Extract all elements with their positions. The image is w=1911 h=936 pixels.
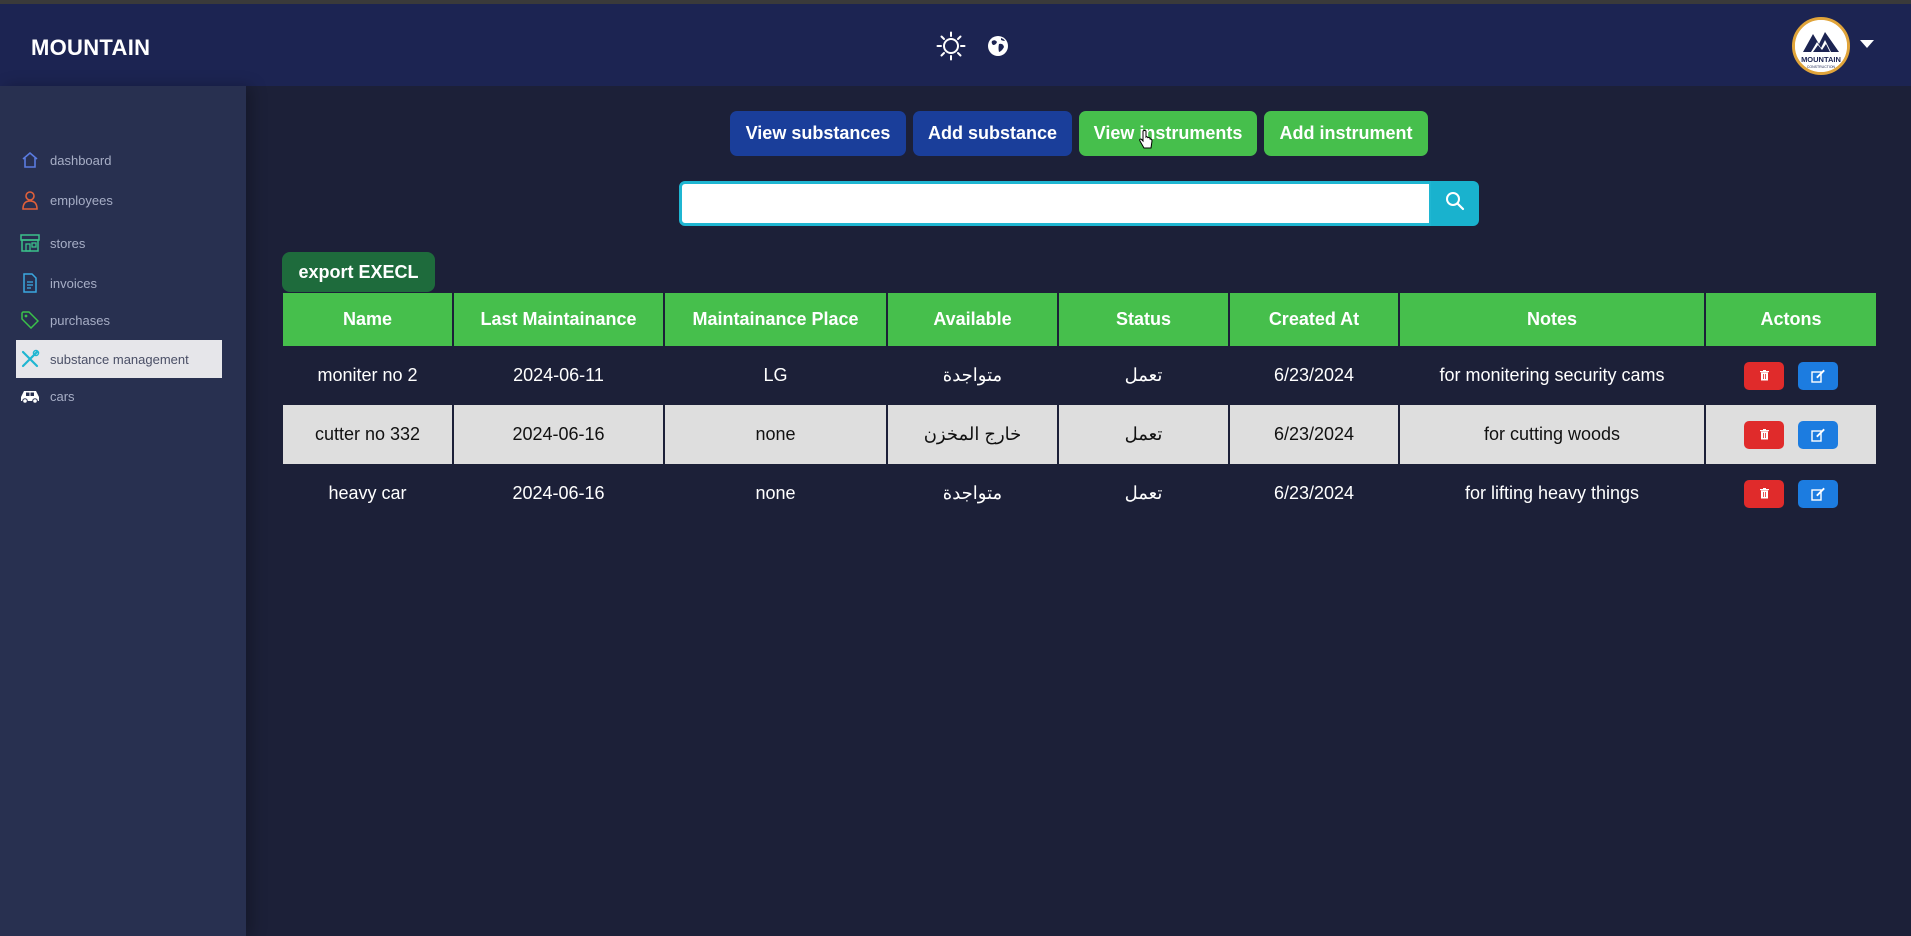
sidebar-item-label: purchases — [50, 312, 110, 328]
delete-button[interactable] — [1744, 479, 1785, 508]
car-icon — [19, 385, 41, 407]
sidebar-item-label: cars — [50, 388, 75, 404]
add-instrument-button[interactable]: Add instrument — [1264, 111, 1428, 156]
sidebar-item-stores[interactable]: stores — [16, 224, 222, 262]
column-header-actions: Actons — [1705, 293, 1876, 346]
cell-created-at: 6/23/2024 — [1229, 405, 1400, 464]
column-header-created-at[interactable]: Created At — [1229, 293, 1400, 346]
avatar[interactable]: MOUNTAIN CONSTRUCTION — [1792, 17, 1850, 75]
delete-button[interactable] — [1744, 420, 1785, 449]
trash-icon — [1759, 429, 1769, 440]
table-row: moniter no 2 2024-06-11 LG متواجدة تعمل … — [283, 346, 1876, 405]
cell-last-maintainance: 2024-06-11 — [453, 346, 665, 405]
edit-icon — [1810, 428, 1825, 442]
tag-icon — [19, 309, 41, 331]
cell-status: تعمل — [1058, 464, 1230, 523]
sidebar-item-invoices[interactable]: invoices — [16, 264, 222, 302]
cell-notes: for cutting woods — [1399, 405, 1706, 464]
mouse-cursor-icon — [1138, 130, 1154, 155]
brand-title[interactable]: MOUNTAIN — [31, 35, 150, 61]
sidebar-item-substance-management[interactable]: substance management — [16, 340, 222, 378]
view-instruments-button[interactable]: View instruments — [1079, 111, 1257, 156]
home-icon — [19, 149, 41, 171]
cell-status: تعمل — [1058, 405, 1230, 464]
column-header-notes[interactable]: Notes — [1399, 293, 1706, 346]
globe-icon[interactable] — [981, 29, 1015, 63]
store-icon — [19, 232, 41, 254]
cell-actions — [1705, 346, 1876, 405]
search-bar — [679, 181, 1479, 226]
cell-name: heavy car — [283, 464, 454, 523]
cell-created-at: 6/23/2024 — [1229, 346, 1400, 405]
cell-actions — [1705, 405, 1876, 464]
sidebar-item-employees[interactable]: employees — [16, 181, 222, 219]
cell-maintainance-place: LG — [664, 346, 888, 405]
trash-icon — [1759, 488, 1769, 499]
column-header-status[interactable]: Status — [1058, 293, 1230, 346]
cell-maintainance-place: none — [664, 405, 888, 464]
sidebar-item-label: substance management — [50, 351, 189, 367]
cell-maintainance-place: none — [664, 464, 888, 523]
top-navbar: MOUNTAIN MOUNTAIN CONSTRUCTION — [0, 4, 1911, 86]
cell-available: متواجدة — [887, 464, 1059, 523]
column-header-last-maintainance[interactable]: Last Maintainance — [453, 293, 665, 346]
cell-available: متواجدة — [887, 346, 1059, 405]
chevron-down-icon[interactable] — [1860, 40, 1874, 48]
search-button[interactable] — [1431, 181, 1479, 226]
cell-last-maintainance: 2024-06-16 — [453, 405, 665, 464]
cell-actions — [1705, 464, 1876, 523]
svg-text:CONSTRUCTION: CONSTRUCTION — [1807, 65, 1836, 69]
sidebar-item-dashboard[interactable]: dashboard — [16, 141, 222, 179]
cell-name: cutter no 332 — [283, 405, 454, 464]
column-header-maintainance-place[interactable]: Maintainance Place — [664, 293, 888, 346]
sidebar-item-label: invoices — [50, 275, 97, 291]
cell-created-at: 6/23/2024 — [1229, 464, 1400, 523]
svg-text:MOUNTAIN: MOUNTAIN — [1801, 55, 1841, 64]
sidebar-item-cars[interactable]: cars — [16, 377, 222, 415]
table-row: heavy car 2024-06-16 none متواجدة تعمل 6… — [283, 464, 1876, 523]
edit-button[interactable] — [1797, 420, 1838, 449]
table-header-row: Name Last Maintainance Maintainance Plac… — [283, 293, 1876, 346]
sidebar-item-label: stores — [50, 235, 86, 251]
edit-button[interactable] — [1797, 361, 1838, 390]
export-excel-button[interactable]: export EXECL — [282, 252, 435, 292]
sidebar-item-label: dashboard — [50, 152, 112, 168]
table-row: cutter no 332 2024-06-16 none خارج المخز… — [283, 405, 1876, 464]
sun-icon[interactable] — [934, 29, 968, 63]
edit-button[interactable] — [1797, 479, 1838, 508]
sidebar: dashboard employees stores invoices purc… — [0, 86, 246, 936]
cell-notes: for lifting heavy things — [1399, 464, 1706, 523]
column-header-name[interactable]: Name — [283, 293, 454, 346]
add-substance-button[interactable]: Add substance — [913, 111, 1072, 156]
sidebar-item-label: employees — [50, 192, 113, 208]
user-icon — [19, 189, 41, 211]
edit-icon — [1810, 487, 1825, 501]
cell-name: moniter no 2 — [283, 346, 454, 405]
column-header-available[interactable]: Available — [887, 293, 1059, 346]
view-substances-button[interactable]: View substances — [730, 111, 906, 156]
cell-notes: for monitering security cams — [1399, 346, 1706, 405]
cell-status: تعمل — [1058, 346, 1230, 405]
trash-icon — [1759, 370, 1769, 381]
cell-available: خارج المخزن — [887, 405, 1059, 464]
search-input[interactable] — [679, 181, 1432, 226]
search-icon — [1445, 191, 1465, 216]
tools-icon — [19, 348, 41, 370]
sidebar-item-purchases[interactable]: purchases — [16, 301, 222, 339]
instruments-table: Name Last Maintainance Maintainance Plac… — [283, 293, 1876, 523]
cell-last-maintainance: 2024-06-16 — [453, 464, 665, 523]
file-icon — [19, 272, 41, 294]
edit-icon — [1810, 369, 1825, 383]
delete-button[interactable] — [1744, 361, 1785, 390]
